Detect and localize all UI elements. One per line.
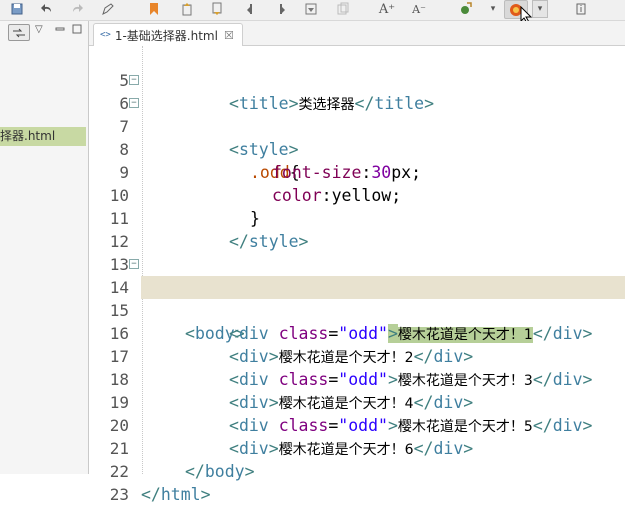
fold-collapse-icon[interactable]: − [129, 75, 139, 85]
dropdown-icon[interactable]: ▾ [484, 0, 502, 18]
prev-annotation-icon[interactable] [178, 0, 196, 18]
step-out-icon[interactable] [272, 0, 290, 18]
tab-label: 1-基础选择器.html [114, 28, 218, 43]
download-icon[interactable] [302, 0, 320, 18]
code-line: 7 − .odd{ [89, 92, 625, 182]
code-line: 10 } [89, 161, 625, 228]
view-menu-icon[interactable]: ▽ [35, 24, 43, 39]
save-icon[interactable] [8, 0, 26, 18]
code-line: 20 <div>樱木花道是个天才！6</div> [89, 391, 625, 458]
editor-tab[interactable]: <> 1-基础选择器.html ☒ [93, 23, 243, 46]
copy-icon[interactable] [334, 0, 352, 18]
close-icon[interactable]: ☒ [224, 29, 234, 42]
code-line: 21 </body> [89, 414, 625, 481]
code-line: 23 [89, 460, 625, 504]
fold-collapse-icon[interactable]: − [129, 98, 139, 108]
code-line: 9 color:yellow; [89, 138, 625, 205]
project-explorer-panel: ▽ 择器.html [0, 21, 89, 474]
code-line: 11 </style> [89, 184, 625, 251]
maximize-icon[interactable] [72, 24, 82, 39]
forward-arrow-icon[interactable] [68, 0, 86, 18]
tag-bracket: > [200, 485, 211, 504]
edit-icon[interactable] [99, 0, 117, 18]
explorer-file-item[interactable]: 择器.html [0, 127, 86, 146]
main-toolbar: A⁺ A⁻ ▾ ▾ [0, 0, 625, 24]
code-line: 14 − <body> [89, 253, 625, 343]
font-increase-icon[interactable]: A⁺ [378, 0, 396, 18]
code-line: 6 − <style> [89, 69, 625, 159]
code-line: 8 font-size:30px; [89, 115, 625, 182]
code-line: 19 <div class="odd">樱木花道是个天才！5</div> [89, 368, 625, 435]
tag-name: html [160, 485, 201, 504]
code-line: 22 </html> [89, 437, 625, 504]
minimize-icon[interactable] [55, 24, 65, 39]
code-line: 18 <div>樱木花道是个天才！4</div> [89, 345, 625, 412]
line-number: 23 [109, 485, 129, 504]
code-line: 15 <div class="odd">樱木花道是个天才！1</div> [89, 276, 625, 343]
code-line: 12 [89, 207, 625, 251]
back-arrow-icon[interactable] [38, 0, 56, 18]
next-annotation-icon[interactable] [208, 0, 226, 18]
link-with-editor-icon[interactable] [8, 24, 30, 41]
code-line: 17 <div class="odd">樱木花道是个天才！3</div> [89, 322, 625, 389]
code-line: 13 </head> [89, 230, 625, 297]
font-decrease-icon[interactable]: A⁻ [410, 0, 428, 18]
code-editor: <> 1-基础选择器.html ☒ 5 <title>类选择器</title> … [89, 21, 625, 504]
run-external-icon[interactable] [456, 0, 474, 18]
run-dropdown-icon[interactable]: ▾ [532, 0, 548, 18]
editor-tab-bar: <> 1-基础选择器.html ☒ [89, 21, 625, 46]
info-icon[interactable] [572, 0, 590, 18]
code-line: 16 <div>樱木花道是个天才！2</div> [89, 299, 625, 366]
fold-collapse-icon[interactable]: − [129, 259, 139, 269]
bookmark-icon[interactable] [145, 0, 163, 18]
step-into-icon[interactable] [242, 0, 260, 18]
html-file-icon: <> [100, 30, 111, 40]
code-line: 5 <title>类选择器</title> [89, 46, 625, 113]
